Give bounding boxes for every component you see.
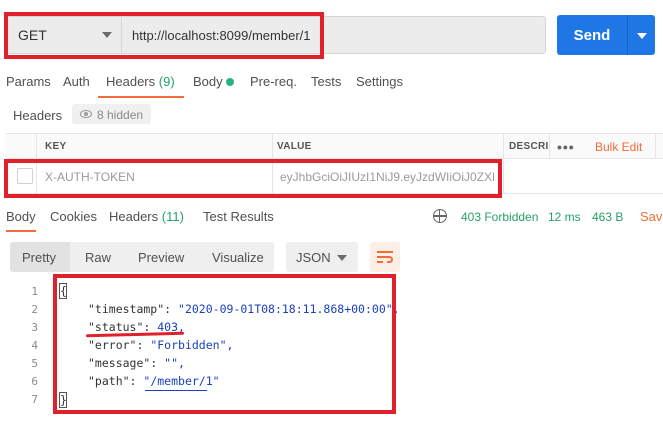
tab-response-headers-count: (11) <box>161 209 184 224</box>
column-header-description: DESCRI <box>509 140 549 152</box>
wrap-icon <box>377 250 393 264</box>
status-badge: 403 Forbidden <box>461 210 539 224</box>
tab-headers[interactable]: Headers (9) <box>106 74 175 89</box>
tab-response-headers[interactable]: Headers (11) <box>109 209 184 224</box>
line-number: 6 <box>31 375 38 388</box>
tab-response-headers-label: Headers <box>109 209 159 224</box>
annotation-box-response-body <box>53 274 396 414</box>
line-number: 5 <box>31 357 38 370</box>
tab-response-body[interactable]: Body <box>6 209 36 224</box>
tab-prereq[interactable]: Pre-req. <box>250 74 297 89</box>
eye-pupil <box>84 112 88 116</box>
view-raw-button[interactable]: Raw <box>85 242 111 272</box>
chevron-down-icon <box>637 33 647 39</box>
format-label: JSON <box>296 249 331 265</box>
line-number: 4 <box>31 339 38 352</box>
hidden-headers-count: 8 hidden <box>97 108 144 122</box>
column-header-key: KEY <box>45 140 67 152</box>
view-visualize-button[interactable]: Visualize <box>212 242 264 272</box>
bulk-edit-link[interactable]: Bulk Edit <box>595 140 642 154</box>
annotation-box-request <box>4 12 324 59</box>
line-number: 3 <box>31 321 38 334</box>
globe-equator <box>433 215 447 217</box>
tab-params[interactable]: Params <box>6 74 51 89</box>
view-pretty-button[interactable]: Pretty <box>22 242 56 272</box>
save-response-button[interactable]: Save <box>640 209 663 224</box>
line-number: 7 <box>31 393 38 406</box>
column-divider <box>655 133 656 159</box>
column-divider <box>549 133 550 159</box>
annotation-box-token-row <box>4 159 502 198</box>
chevron-down-icon <box>337 255 347 261</box>
more-options-icon[interactable]: ••• <box>557 139 575 155</box>
headers-section-label: Headers <box>13 108 63 123</box>
view-preview-button[interactable]: Preview <box>138 242 184 272</box>
tab-auth[interactable]: Auth <box>63 74 90 89</box>
line-number: 2 <box>31 303 38 316</box>
tab-test-results[interactable]: Test Results <box>203 209 274 224</box>
send-button[interactable]: Send <box>557 15 627 55</box>
column-divider <box>503 133 504 193</box>
tab-tests[interactable]: Tests <box>311 74 341 89</box>
active-tab-indicator <box>98 96 184 98</box>
tab-settings[interactable]: Settings <box>356 74 403 89</box>
tab-body[interactable]: Body <box>193 74 223 89</box>
tab-headers-label: Headers <box>106 74 156 89</box>
body-status-dot <box>226 78 234 86</box>
active-tab-indicator <box>6 230 36 232</box>
column-header-value: VALUE <box>277 140 312 152</box>
wrap-lines-button[interactable] <box>370 242 400 272</box>
tab-headers-count: (9) <box>158 74 175 89</box>
response-size: 463 B <box>592 210 624 224</box>
response-time: 12 ms <box>548 210 581 224</box>
tab-cookies[interactable]: Cookies <box>50 209 97 224</box>
line-number: 1 <box>31 285 38 298</box>
